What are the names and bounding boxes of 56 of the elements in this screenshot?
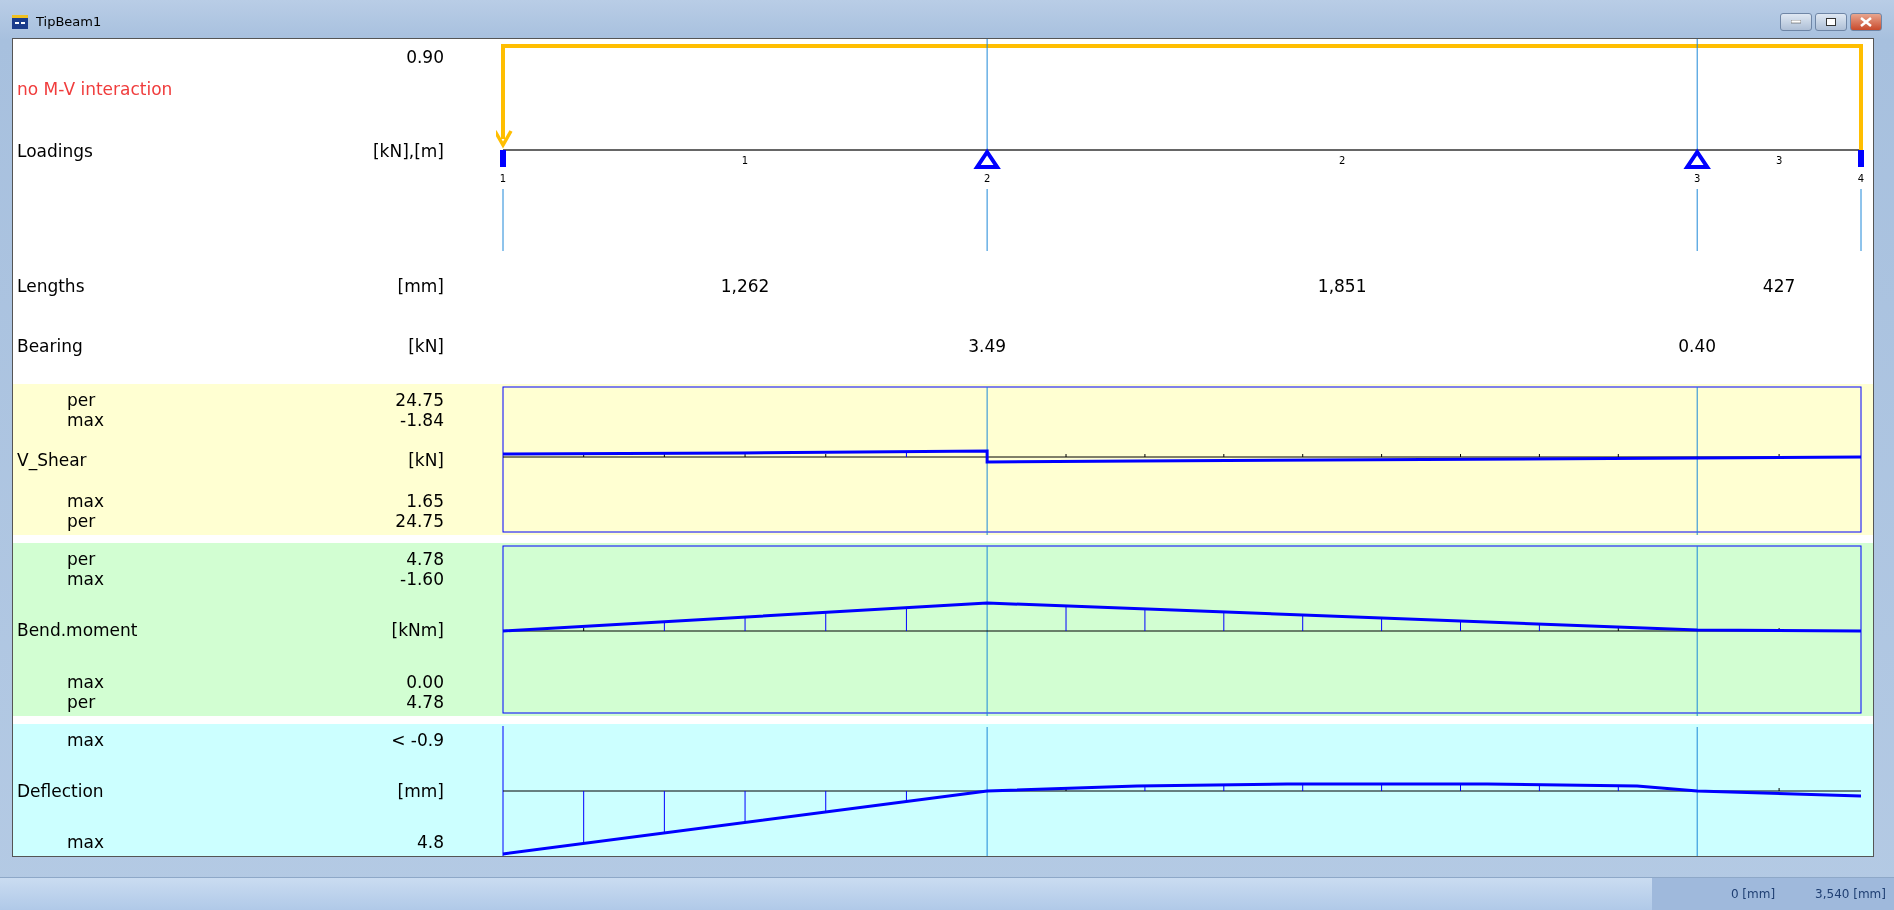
row-label: Loadings: [17, 140, 93, 161]
unit-label: [kN],[m]: [372, 140, 444, 161]
sub-label: max: [66, 729, 105, 750]
length-value: 1,851: [1316, 275, 1368, 296]
value-text: 4.78: [406, 548, 444, 569]
unit-label: [kN]: [408, 450, 444, 471]
span-number: 1: [741, 154, 749, 166]
maximize-button[interactable]: [1815, 12, 1847, 31]
value-text: -1.60: [400, 568, 444, 589]
sub-label: max: [66, 568, 105, 589]
length-value: 427: [1761, 275, 1797, 296]
reaction-value: 0.40: [1677, 335, 1718, 356]
node-number: 4: [1857, 172, 1865, 184]
sub-label: max: [66, 409, 105, 430]
status-text: 0 [mm]: [1730, 887, 1776, 902]
length-value: 1,262: [719, 275, 771, 296]
warning-text: no M-V interaction: [17, 78, 173, 99]
close-icon: [1860, 16, 1872, 27]
window-title: TipBeam1: [36, 14, 102, 30]
value-text: 1.65: [406, 490, 444, 511]
span-number: 2: [1338, 154, 1346, 166]
value-text: 24.75: [395, 389, 444, 410]
value-text: 0.00: [406, 671, 444, 692]
sub-label: max: [66, 490, 105, 511]
unit-label: [kN]: [408, 335, 444, 356]
minimize-icon: [1791, 19, 1801, 24]
app-icon: [12, 14, 28, 29]
unit-label: [mm]: [397, 780, 444, 801]
node-number: 2: [983, 172, 991, 184]
unit-label: [mm]: [397, 275, 444, 296]
sub-label: per: [66, 691, 96, 712]
value-text: 4.78: [406, 691, 444, 712]
hatch-lines: [905, 451, 907, 458]
sub-label: per: [66, 389, 96, 410]
sub-label: per: [66, 548, 96, 569]
sub-label: max: [66, 671, 105, 692]
row-label: Deflection: [17, 780, 104, 801]
row-label: Bearing: [17, 335, 83, 356]
row-label: V_Shear: [17, 450, 87, 471]
maximize-icon: [1826, 17, 1836, 26]
node-number: 3: [1694, 172, 1701, 184]
node-number: 1: [499, 172, 507, 184]
sub-label: max: [66, 831, 105, 852]
row-label: Lengths: [17, 275, 85, 296]
row-label: Bend.moment: [17, 620, 138, 641]
factor-value: 0.90: [406, 46, 444, 67]
close-button[interactable]: [1850, 12, 1882, 31]
unit-label: [kNm]: [391, 620, 444, 641]
value-text: -1.84: [400, 409, 444, 430]
value-text: 24.75: [395, 510, 444, 531]
status-text: 3,540 [mm]: [1815, 887, 1886, 902]
sub-label: per: [66, 510, 96, 531]
reaction-value: 3.49: [967, 335, 1008, 356]
value-text: < -0.9: [391, 729, 444, 750]
span-number: 3: [1775, 154, 1783, 166]
value-text: 4.8: [416, 831, 444, 852]
